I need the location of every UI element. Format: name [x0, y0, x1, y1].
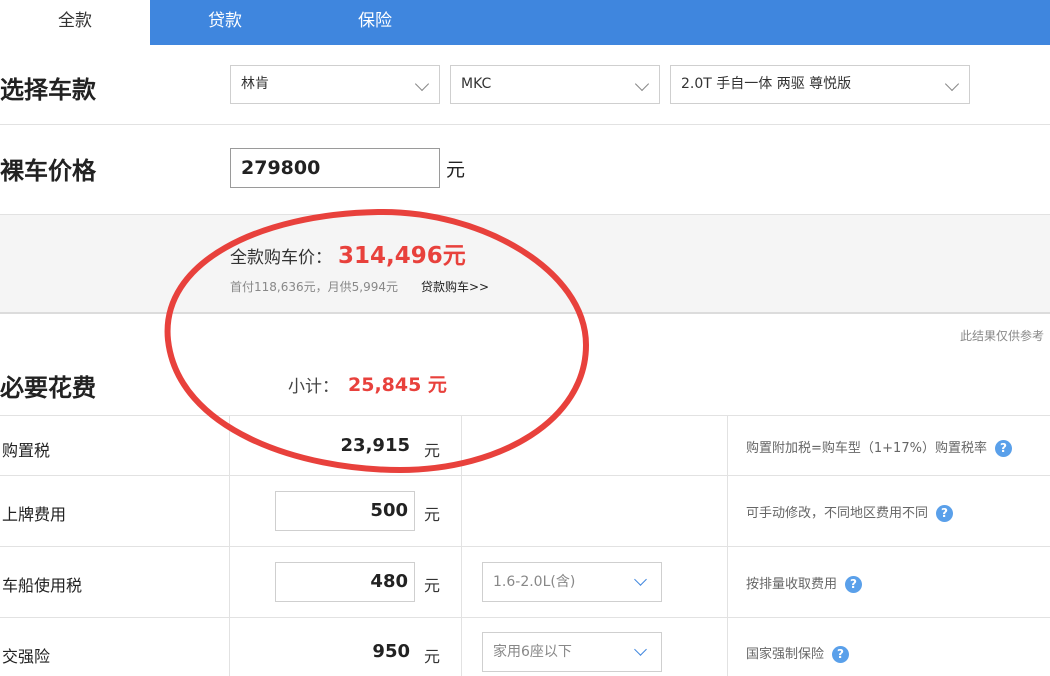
- column-divider: [461, 415, 462, 676]
- subtotal-value: 25,845 元: [348, 374, 447, 396]
- select-car-heading: 选择车款: [0, 76, 96, 104]
- purchase-tax-unit: 元: [424, 441, 441, 460]
- necessary-costs-heading: 必要花费: [0, 374, 96, 402]
- tab-bar: 全款 贷款 保险: [0, 0, 1050, 45]
- column-divider: [727, 415, 728, 676]
- plate-fee-input[interactable]: 500: [275, 491, 415, 531]
- help-icon[interactable]: ?: [832, 646, 850, 663]
- row-label-vehicle-tax: 车船使用税: [2, 576, 83, 595]
- plate-fee-note: 可手动修改，不同地区费用不同?: [746, 502, 954, 522]
- purchase-tax-note: 购置附加税=购车型（1+17%）购置税率?: [746, 437, 1012, 457]
- divider: [0, 475, 1050, 476]
- trim-select[interactable]: 2.0T 手自一体 两驱 尊悦版: [670, 65, 970, 104]
- plate-fee-unit: 元: [424, 505, 441, 524]
- bare-price-unit: 元: [446, 159, 466, 181]
- seat-type-select-value: 家用6座以下: [493, 644, 572, 660]
- payment-breakdown-text: 首付118,636元，月供5,994元: [230, 280, 398, 294]
- bare-price-input[interactable]: 279800: [230, 148, 440, 188]
- row-label-compulsory-insurance: 交强险: [2, 647, 51, 666]
- help-icon[interactable]: ?: [845, 576, 863, 593]
- row-label-purchase-tax: 购置税: [2, 441, 51, 460]
- purchase-tax-amount: 23,915: [340, 435, 410, 456]
- tab-full-payment[interactable]: 全款: [0, 0, 150, 45]
- compulsory-insurance-amount: 950: [372, 641, 410, 662]
- compulsory-insurance-note: 国家强制保险?: [746, 643, 850, 663]
- purchase-tax-note-text: 购置附加税=购车型（1+17%）购置税率: [746, 441, 987, 456]
- divider: [0, 124, 1050, 125]
- plate-fee-note-text: 可手动修改，不同地区费用不同: [746, 506, 929, 521]
- chevron-down-icon: [634, 76, 650, 92]
- compulsory-insurance-unit: 元: [424, 647, 441, 666]
- column-divider: [229, 415, 230, 676]
- chevron-down-icon: [634, 573, 647, 586]
- vehicle-tax-input[interactable]: 480: [275, 562, 415, 602]
- total-price-label: 全款购车价：: [230, 248, 332, 268]
- disclaimer-text: 此结果仅供参考: [959, 329, 1044, 343]
- model-select-value: MKC: [461, 76, 492, 92]
- tab-insurance[interactable]: 保险: [300, 0, 450, 45]
- help-icon[interactable]: ?: [936, 505, 954, 522]
- row-label-plate-fee: 上牌费用: [2, 505, 67, 524]
- divider: [0, 415, 1050, 416]
- chevron-down-icon: [944, 76, 960, 92]
- brand-select-value: 林肯: [241, 76, 269, 92]
- chevron-down-icon: [414, 76, 430, 92]
- divider: [0, 546, 1050, 547]
- bare-price-heading: 裸车价格: [0, 157, 96, 185]
- seat-type-select[interactable]: 家用6座以下: [482, 632, 662, 672]
- chevron-down-icon: [634, 643, 647, 656]
- tab-loan[interactable]: 贷款: [150, 0, 300, 45]
- total-summary-panel: [0, 214, 1050, 314]
- brand-select[interactable]: 林肯: [230, 65, 440, 104]
- displacement-select[interactable]: 1.6-2.0L(含): [482, 562, 662, 602]
- subtotal-label: 小计：: [288, 377, 339, 397]
- vehicle-tax-note-text: 按排量收取费用: [746, 577, 838, 592]
- vehicle-tax-unit: 元: [424, 576, 441, 595]
- displacement-select-value: 1.6-2.0L(含): [493, 574, 576, 590]
- loan-purchase-link[interactable]: 贷款购车>>: [421, 278, 489, 295]
- compulsory-insurance-note-text: 国家强制保险: [746, 647, 825, 662]
- total-price-value: 314,496元: [338, 243, 466, 269]
- divider: [0, 617, 1050, 618]
- trim-select-value: 2.0T 手自一体 两驱 尊悦版: [681, 76, 852, 92]
- help-icon[interactable]: ?: [994, 440, 1012, 457]
- model-select[interactable]: MKC: [450, 65, 660, 104]
- vehicle-tax-note: 按排量收取费用?: [746, 573, 863, 593]
